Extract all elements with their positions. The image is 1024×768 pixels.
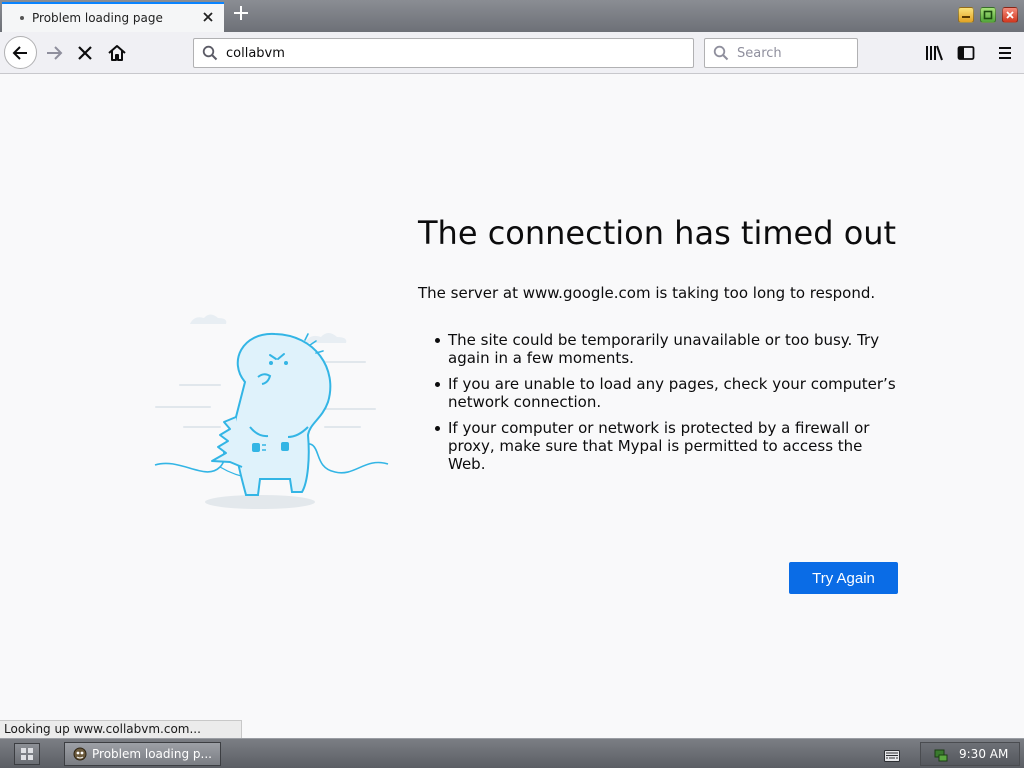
- taskbar: Problem loading p... 9:30 AM: [0, 738, 1024, 768]
- start-button[interactable]: [14, 743, 40, 765]
- keyboard-icon[interactable]: [884, 747, 900, 766]
- home-button[interactable]: [106, 42, 128, 64]
- tab-active[interactable]: Problem loading page: [2, 2, 224, 32]
- network-icon[interactable]: [933, 747, 949, 763]
- system-tray: 9:30 AM: [920, 742, 1020, 766]
- search-icon: [713, 45, 729, 61]
- back-icon: [12, 45, 27, 60]
- clock[interactable]: 9:30 AM: [959, 747, 1008, 761]
- taskbar-item-label: Problem loading p...: [92, 747, 212, 761]
- maximize-button[interactable]: [980, 7, 996, 23]
- library-icon: [926, 45, 943, 61]
- minimize-icon: [959, 8, 973, 22]
- close-icon: [1003, 8, 1017, 22]
- browser-app-icon: [73, 747, 87, 761]
- menu-icon: [999, 47, 1011, 59]
- dinosaur-illustration: [154, 314, 389, 509]
- loading-indicator: [20, 16, 24, 20]
- try-again-button[interactable]: Try Again: [789, 562, 898, 594]
- menu-button[interactable]: [994, 42, 1016, 64]
- new-tab-button[interactable]: [230, 3, 252, 27]
- error-suggestions: The site could be temporarily unavailabl…: [418, 331, 908, 473]
- minimize-button[interactable]: [958, 7, 974, 23]
- suggestion-item: If your computer or network is protected…: [435, 419, 900, 473]
- url-bar[interactable]: collabvm: [193, 38, 694, 68]
- error-title: The connection has timed out: [418, 214, 897, 252]
- search-bar[interactable]: Search: [704, 38, 858, 68]
- url-text[interactable]: collabvm: [226, 46, 285, 61]
- navigation-toolbar: collabvm Search: [0, 32, 1024, 74]
- tab-strip: Problem loading page: [0, 0, 1024, 32]
- page-content: The connection has timed out The server …: [0, 75, 1024, 738]
- forward-icon: [47, 46, 63, 60]
- error-message: The connection has timed out The server …: [418, 213, 908, 481]
- suggestion-item: If you are unable to load any pages, che…: [435, 375, 900, 411]
- library-button[interactable]: [923, 42, 945, 64]
- error-description: The server at www.google.com is taking t…: [418, 284, 876, 302]
- home-icon: [108, 45, 126, 61]
- sidebar-icon: [957, 46, 975, 60]
- tab-title: Problem loading page: [32, 11, 163, 25]
- search-icon: [202, 45, 218, 61]
- search-placeholder: Search: [737, 46, 782, 61]
- status-text: Looking up www.collabvm.com...: [0, 720, 242, 738]
- suggestion-item: The site could be temporarily unavailabl…: [435, 331, 900, 367]
- plus-icon: [234, 6, 248, 20]
- tab-close-icon[interactable]: [200, 9, 216, 25]
- stop-button[interactable]: [74, 42, 96, 64]
- stop-icon: [78, 46, 92, 60]
- maximize-icon: [981, 8, 995, 22]
- back-button[interactable]: [4, 36, 37, 69]
- start-menu-icon: [21, 748, 33, 760]
- forward-button[interactable]: [43, 42, 65, 64]
- sidebar-button[interactable]: [955, 42, 977, 64]
- taskbar-item-browser[interactable]: Problem loading p...: [64, 742, 221, 766]
- close-window-button[interactable]: [1002, 7, 1018, 23]
